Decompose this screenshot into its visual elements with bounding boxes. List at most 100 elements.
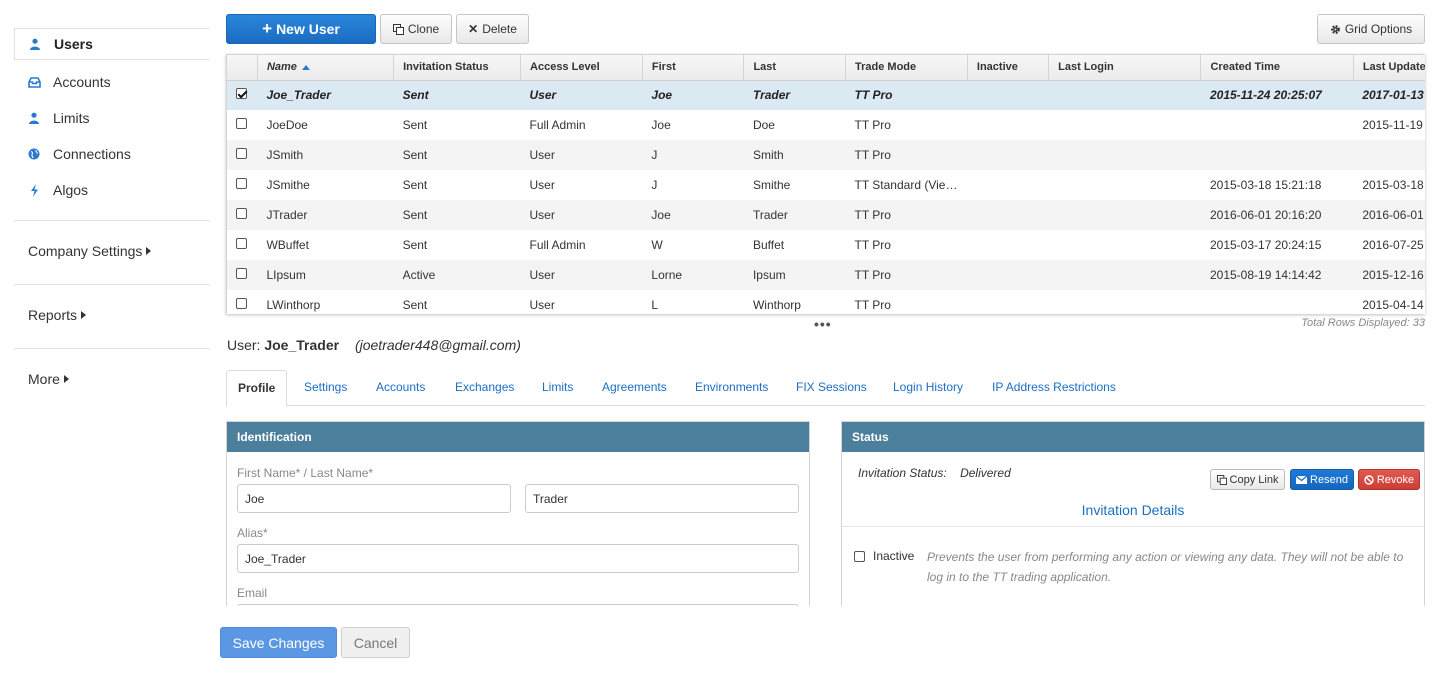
envelope-icon [1296,475,1308,484]
sidebar-divider [14,284,210,285]
revoke-button[interactable]: Revoke [1358,469,1420,490]
cancel-button[interactable]: Cancel [341,627,410,658]
last-name-input[interactable] [525,484,799,513]
cell-last: Buffet [752,238,785,252]
table-row[interactable]: JoeDoe Sent Full Admin Joe Doe TT Pro 20… [227,110,1425,140]
delete-button[interactable]: ✕ Delete [456,14,529,44]
row-checkbox[interactable] [236,178,247,189]
clone-button[interactable]: Clone [380,14,452,44]
column-header-last-login[interactable]: Last Login [1048,55,1202,81]
column-header-last-updated[interactable]: Last Updated T [1353,55,1425,81]
close-icon: ✕ [468,22,479,36]
tab-environments[interactable]: Environments [695,370,768,406]
table-row[interactable]: JSmithe Sent User J Smithe TT Standard (… [227,170,1425,200]
copy-link-button[interactable]: Copy Link [1210,469,1285,490]
ban-icon [1364,474,1374,485]
tab-profile[interactable]: Profile [226,370,288,407]
total-rows-text: Total Rows Displayed: 33 [1301,317,1425,329]
user-icon [27,111,41,125]
cell-inactive [967,110,1048,140]
panel-title: Status [842,422,1424,452]
table-row[interactable]: LIpsum Active User Lorne Ipsum TT Pro 20… [227,260,1425,290]
cell-last-updated: 2015-12-16 14 [1353,260,1425,290]
alias-label: Alias* [237,526,268,540]
cell-created-time: 2016-06-01 20:16:20 [1200,200,1354,230]
tab-settings[interactable]: Settings [304,370,347,406]
sidebar-section-more[interactable]: More [28,371,69,387]
cell-last-updated [1353,140,1425,170]
users-table: Name Invitation Status Access Level Firs… [227,55,1425,314]
table-row[interactable]: WBuffet Sent Full Admin W Buffet TT Pro … [227,230,1425,260]
row-checkbox[interactable] [236,268,247,279]
delete-label: Delete [482,22,517,36]
tab-accounts[interactable]: Accounts [376,370,425,406]
tab-limits[interactable]: Limits [542,370,573,406]
column-header-first[interactable]: First [642,55,745,81]
cell-created-time: 2015-08-19 14:14:42 [1200,260,1354,290]
cell-last-login [1048,260,1201,290]
table-row[interactable]: JTrader Sent User Joe Trader TT Pro 2016… [227,200,1425,230]
column-header-created-time[interactable]: Created Time [1200,55,1354,81]
cell-name: LIpsum [257,260,394,290]
revoke-label: Revoke [1376,473,1415,486]
tab-fix-sessions[interactable]: FIX Sessions [796,370,867,406]
cell-access-level: Full Admin [529,118,586,132]
cell-inactive [967,290,1048,314]
column-header-trade-mode[interactable]: Trade Mode [845,55,968,81]
invitation-details-link[interactable]: Invitation Details [842,502,1424,518]
column-header-last[interactable]: Last [743,55,847,81]
cell-trade-mode: TT Pro [845,140,968,170]
row-checkbox[interactable] [236,118,247,129]
sidebar-item-accounts[interactable]: Accounts [14,64,210,100]
caret-right-icon [146,247,152,255]
first-name-input[interactable] [237,484,511,513]
cell-inactive [967,140,1049,170]
cell-name: JoeDoe [266,118,308,132]
sidebar-item-limits[interactable]: Limits [14,100,210,136]
sidebar: Users Accounts Limits Connections Algos [0,0,212,404]
cell-trade-mode: TT Pro [845,80,968,110]
resend-button[interactable]: Resend [1290,469,1354,490]
sort-ascending-icon [301,64,310,70]
new-user-button[interactable]: + New User [226,14,376,44]
inactive-checkbox[interactable] [854,551,865,562]
column-header-label: Name [266,61,297,74]
invitation-status-row: Invitation Status: Delivered [858,466,1011,480]
row-checkbox[interactable] [236,298,247,309]
table-row[interactable]: LWinthorp Sent User L Winthorp TT Pro 20… [227,290,1425,314]
cell-inactive [967,200,1049,230]
table-row[interactable]: Joe_Trader Sent User Joe Trader TT Pro 2… [227,80,1425,110]
column-header-invitation-status[interactable]: Invitation Status [393,55,522,81]
column-header-access-level[interactable]: Access Level [520,55,643,81]
cell-last: Winthorp [752,298,801,312]
grid-options-button[interactable]: Grid Options [1317,14,1425,44]
resize-handle-icon[interactable]: ••• [814,317,832,331]
row-checkbox[interactable] [236,148,247,159]
row-checkbox[interactable] [236,88,247,100]
inactive-description: Prevents the user from performing any ac… [927,550,1404,584]
copy-icon [1216,474,1227,485]
sidebar-item-users[interactable]: Users [14,28,210,60]
tab-agreements[interactable]: Agreements [602,370,667,406]
tab-exchanges[interactable]: Exchanges [455,370,514,406]
column-header-inactive[interactable]: Inactive [967,55,1050,81]
sidebar-item-connections[interactable]: Connections [14,136,210,172]
tab-login-history[interactable]: Login History [893,370,963,406]
cell-access-level: User [520,140,643,170]
row-checkbox[interactable] [236,208,247,219]
alias-input[interactable] [237,544,799,573]
section-label: Reports [28,307,78,323]
section-label: More [28,371,60,387]
tab-ip-address-restrictions[interactable]: IP Address Restrictions [992,370,1116,406]
sidebar-item-algos[interactable]: Algos [14,172,210,208]
save-changes-button[interactable]: Save Changes [220,627,337,658]
table-row[interactable]: JSmith Sent User J Smith TT Pro [227,140,1425,170]
column-header-name[interactable]: Name [257,55,395,81]
row-checkbox[interactable] [236,238,247,249]
column-header-select[interactable] [227,55,258,81]
sidebar-section-company-settings[interactable]: Company Settings [28,243,152,259]
user-name: Joe_Trader [264,337,340,353]
sidebar-section-reports[interactable]: Reports [28,307,87,323]
cell-invitation-status: Active [393,260,521,290]
copy-icon [392,23,404,35]
